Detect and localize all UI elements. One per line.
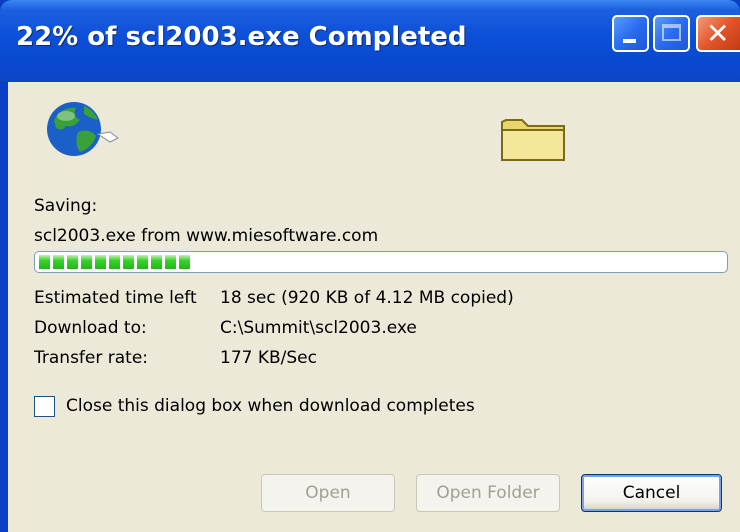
title-bar[interactable]: 22% of scl2003.exe Completed ✕ [0,0,740,82]
maximize-button[interactable] [653,15,690,52]
progress-segment [53,255,64,269]
folder-icon [501,119,565,161]
progress-segment [95,255,106,269]
close-button[interactable]: ✕ [696,15,740,52]
minimize-button[interactable] [612,15,649,52]
minimize-icon [623,39,636,43]
progress-segment [123,255,134,269]
progress-segment [179,255,190,269]
cancel-button[interactable]: Cancel [581,474,722,512]
maximize-icon [662,24,681,41]
globe-icon [47,102,119,156]
estimated-time-label: Estimated time left [34,288,197,308]
progress-segment [67,255,78,269]
dialog-body: Saving: scl2003.exe from www.miesoftware… [8,82,740,532]
open-button[interactable]: Open [261,474,395,512]
progress-fill [39,255,190,269]
download-progress-bar [34,251,728,273]
close-icon: ✕ [706,17,730,50]
open-folder-button[interactable]: Open Folder [416,474,560,512]
window-title: 22% of scl2003.exe Completed [16,22,467,52]
download-to-label: Download to: [34,318,147,338]
progress-segment [109,255,120,269]
progress-segment [39,255,50,269]
progress-segment [137,255,148,269]
progress-segment [81,255,92,269]
transfer-rate-label: Transfer rate: [34,348,149,368]
download-to-value: C:\Summit\scl2003.exe [220,318,417,338]
download-dialog: 22% of scl2003.exe Completed ✕ Saving: s… [0,0,740,532]
progress-segment [165,255,176,269]
progress-segment [151,255,162,269]
file-source-text: scl2003.exe from www.miesoftware.com [34,226,379,246]
close-on-complete-label[interactable]: Close this dialog box when download comp… [66,396,475,416]
transfer-rate-value: 177 KB/Sec [220,348,317,368]
estimated-time-value: 18 sec (920 KB of 4.12 MB copied) [220,288,514,308]
close-on-complete-checkbox[interactable] [34,396,55,417]
saving-label: Saving: [34,196,98,216]
